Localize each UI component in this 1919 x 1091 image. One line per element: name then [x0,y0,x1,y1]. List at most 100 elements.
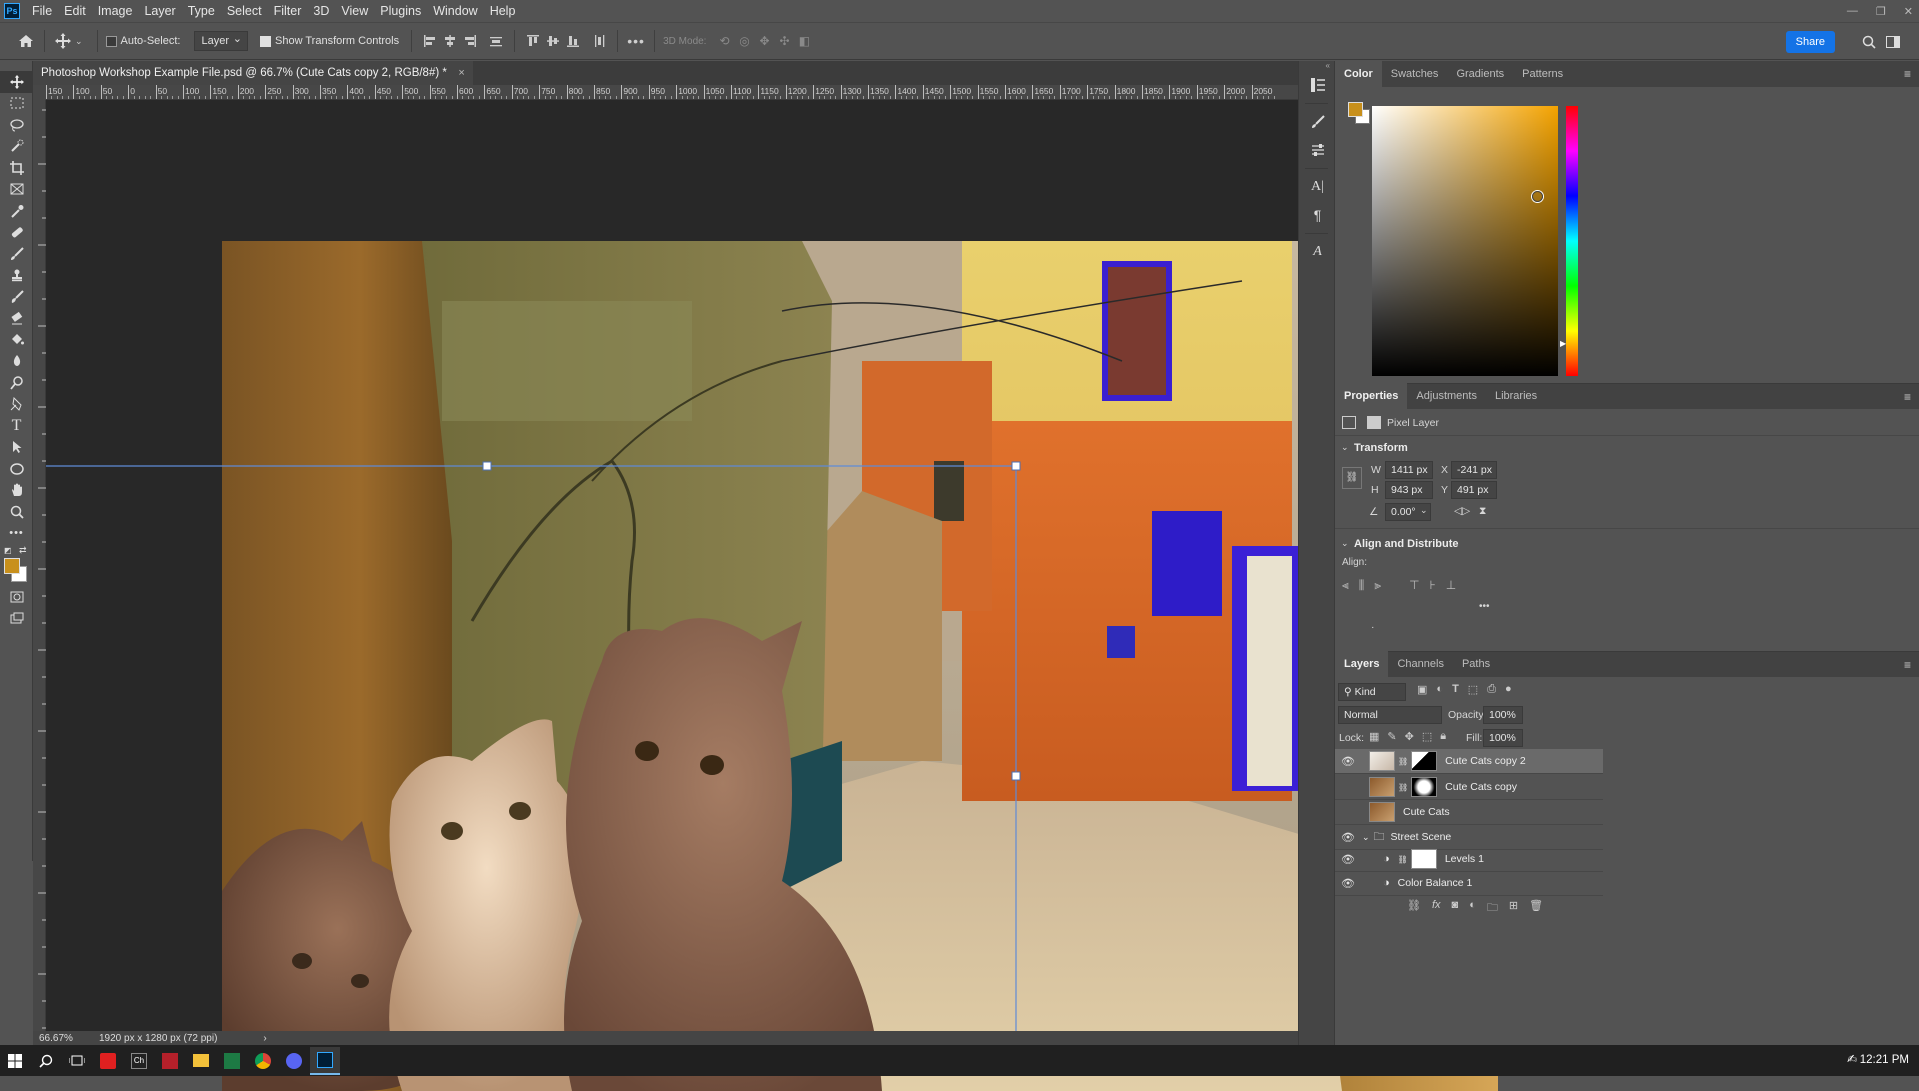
width-field[interactable]: 1411 px [1385,461,1433,479]
taskbar-search-icon[interactable] [31,1047,61,1075]
align-bottom-edges-icon[interactable] [563,31,583,51]
document-tab[interactable]: Photoshop Workshop Example File.psd @ 66… [33,61,473,85]
menu-image[interactable]: Image [92,0,139,22]
vertical-ruler[interactable] [33,100,46,1045]
layer-style-icon[interactable]: fx [1432,899,1441,918]
hue-slider-handle-icon[interactable]: ▶ [1560,339,1566,348]
dodge-tool-icon[interactable] [0,372,33,394]
tab-libraries[interactable]: Libraries [1486,383,1546,409]
horizontal-ruler[interactable]: 150 100 50 0 50 100 150 200 250 300 350 400 450 500 55… [46,85,1298,100]
more-align-options-icon[interactable]: ••• [1479,601,1490,612]
layer-row[interactable]: 👁︎ ◑ ⛓ Levels 1 [1335,847,1603,872]
transform-collapse-icon[interactable]: ⌄ [1341,442,1349,453]
menu-file[interactable]: File [26,0,58,22]
photoshop-logo-icon[interactable]: Ps [4,3,20,19]
brush-settings-icon[interactable] [1299,108,1336,136]
layer-mask-thumbnail[interactable] [1411,777,1438,797]
glyphs-panel-icon[interactable]: A [1299,238,1336,266]
lasso-tool-icon[interactable] [0,114,33,136]
blur-tool-icon[interactable] [0,351,33,373]
status-menu-arrow[interactable]: › [263,1033,266,1044]
lock-all-icon[interactable]: 🔒︎ [1440,730,1446,743]
excel-icon[interactable] [217,1047,247,1075]
auto-select-checkbox[interactable] [105,35,117,47]
transform-bounding-box[interactable] [46,100,1298,1045]
align-vertical-centers-icon[interactable] [543,31,563,51]
mask-link-icon[interactable]: ⛓ [1398,855,1408,864]
filter-shape-icon[interactable]: ⬚ [1468,683,1478,696]
panel-align-center-icon[interactable]: ⫼ [1359,578,1365,593]
layers-panel-menu-icon[interactable]: ≡ [1904,652,1911,678]
tab-paths[interactable]: Paths [1453,651,1499,677]
pen-tool-icon[interactable] [0,394,33,416]
menu-layer[interactable]: Layer [138,0,181,22]
menu-type[interactable]: Type [182,0,221,22]
share-button[interactable]: Share [1785,31,1835,53]
group-expand-icon[interactable]: ⌄ [1362,832,1370,843]
marquee-tool-icon[interactable] [0,93,33,115]
eraser-tool-icon[interactable] [0,308,33,330]
lock-transparent-icon[interactable]: ▦ [1369,730,1379,743]
menu-select[interactable]: Select [221,0,268,22]
menu-edit[interactable]: Edit [58,0,92,22]
panel-align-left-icon[interactable]: ⫷ [1342,578,1349,593]
hand-tool-icon[interactable] [0,480,33,502]
visibility-toggle[interactable] [1341,780,1355,794]
menu-plugins[interactable]: Plugins [374,0,427,22]
layer-mask-thumbnail[interactable] [1411,751,1438,771]
color-saturation-field[interactable] [1372,106,1558,376]
layer-row[interactable]: Cute Cats [1335,800,1603,825]
link-dimensions-icon[interactable]: ⛓ [1342,467,1362,489]
visibility-eye-icon[interactable]: 👁︎ [1341,754,1355,768]
foreground-color-chip[interactable] [1348,102,1363,117]
photoshop-taskbar-icon[interactable] [310,1046,340,1075]
zoom-level[interactable]: 66.67% [39,1033,89,1044]
visibility-eye-icon[interactable]: 👁︎ [1341,852,1355,866]
tab-channels[interactable]: Channels [1388,651,1452,677]
menu-view[interactable]: View [335,0,374,22]
fill-field[interactable]: 100% [1483,729,1523,747]
new-layer-icon[interactable]: ⊞ [1509,899,1518,918]
tab-properties[interactable]: Properties [1335,383,1408,409]
brush-tool-icon[interactable] [0,243,33,265]
menu-window[interactable]: Window [427,0,483,22]
visibility-eye-icon[interactable]: 👁︎ [1341,876,1355,890]
panel-align-top-icon[interactable]: ⊤ [1409,578,1419,593]
height-field[interactable]: 943 px [1385,481,1433,499]
mask-link-icon[interactable]: ⛓ [1398,783,1408,792]
collapse-dock-icon[interactable]: « [1299,61,1334,70]
close-tab-icon[interactable]: × [458,61,464,85]
tab-swatches[interactable]: Swatches [1382,61,1448,87]
layer-filter-select[interactable]: ⚲ Kind [1338,683,1406,701]
distribute-horizontal-icon[interactable] [589,31,609,51]
filter-adjustment-icon[interactable]: ◐ [1436,683,1443,696]
auto-select-target-select[interactable]: Layer [194,30,248,51]
system-clock[interactable]: 12:21 PM [1860,1045,1909,1076]
character-panel-icon[interactable]: A| [1299,173,1336,201]
filter-smart-object-icon[interactable]: ⎙ [1487,683,1496,696]
new-adjustment-icon[interactable]: ◐ [1469,899,1476,918]
paragraph-panel-icon[interactable]: ¶ [1299,201,1336,229]
align-left-edges-icon[interactable] [420,31,440,51]
flip-horizontal-icon[interactable]: ◁▷ [1454,505,1470,517]
history-panel-icon[interactable] [1299,71,1336,99]
opacity-field[interactable]: 100% [1483,706,1523,724]
edit-toolbar-icon[interactable]: ••• [0,523,33,545]
close-window-icon[interactable]: ✕ [1904,5,1913,18]
angle-dropdown-icon[interactable]: ⌄ [1420,505,1428,516]
tab-adjustments[interactable]: Adjustments [1407,383,1486,409]
panel-align-bottom-icon[interactable]: ⊥ [1446,578,1456,593]
app-icon[interactable] [155,1047,185,1075]
layer-mask-icon[interactable] [1367,416,1381,429]
frame-tool-icon[interactable] [0,179,33,201]
spot-healing-tool-icon[interactable] [0,222,33,244]
crop-tool-icon[interactable] [0,157,33,179]
layer-row[interactable]: 👁︎ ⛓ Cute Cats copy 2 [1335,749,1603,774]
ellipse-tool-icon[interactable] [0,458,33,480]
move-tool-icon[interactable] [0,71,33,93]
delete-layer-icon[interactable]: 🗑︎ [1529,899,1543,918]
windows-start-icon[interactable] [0,1047,30,1075]
link-layers-icon[interactable]: ⛓ [1407,899,1421,918]
align-right-edges-icon[interactable] [460,31,480,51]
color-panel-menu-icon[interactable]: ≡ [1904,61,1911,87]
